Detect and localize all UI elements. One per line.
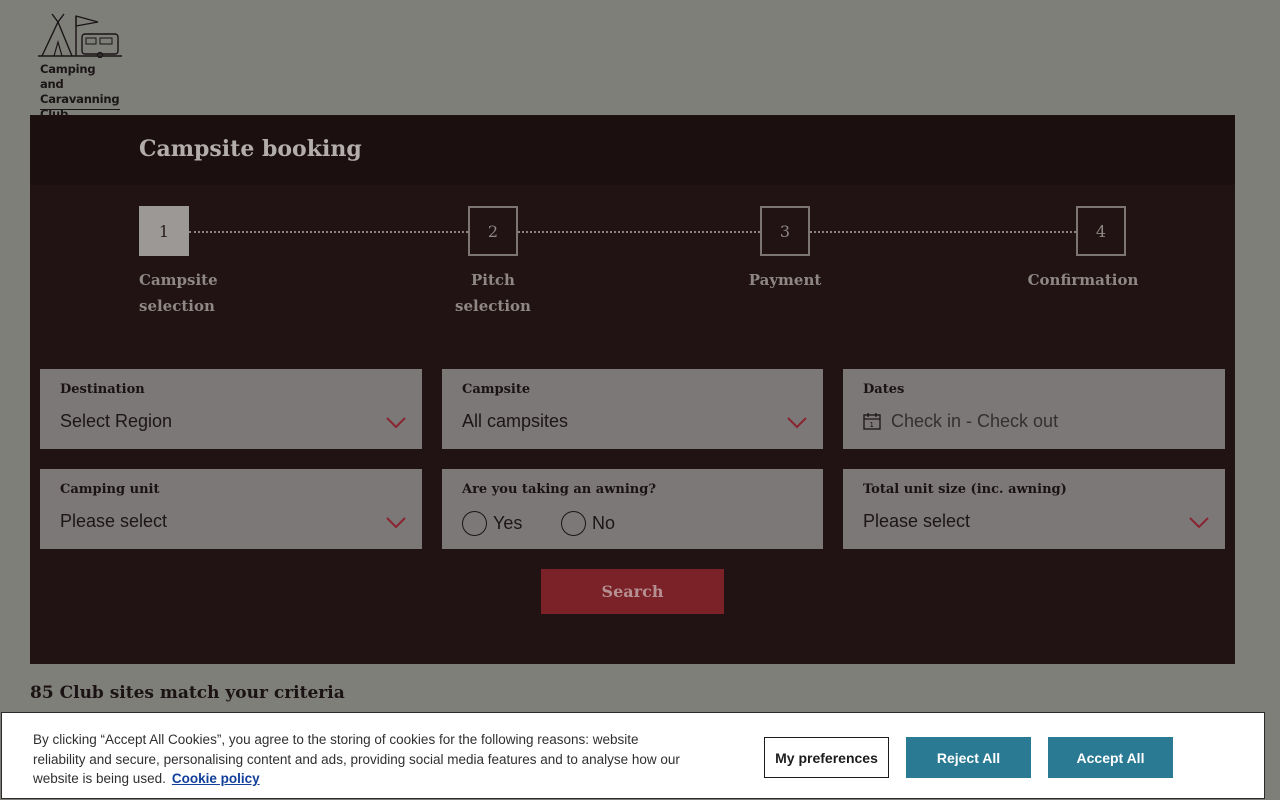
brand-logo[interactable]: Camping and Caravanning Club <box>38 12 122 121</box>
step-3-label: Payment <box>748 271 822 289</box>
step-1-indicator: 1 <box>139 206 189 256</box>
brand-name: Camping and Caravanning Club <box>40 62 120 121</box>
dates-placeholder: Check in - Check out <box>891 411 1059 431</box>
tent-caravan-icon <box>38 13 122 58</box>
destination-select[interactable]: Destination Select Region <box>40 369 422 449</box>
step-connector <box>518 231 760 233</box>
step-connector <box>810 231 1076 233</box>
cookie-message-text: By clicking “Accept All Cookies”, you ag… <box>33 732 680 786</box>
awning-no-label: No <box>592 513 616 533</box>
reject-all-button[interactable]: Reject All <box>906 737 1031 778</box>
radio-circle[interactable] <box>462 511 487 536</box>
camping-unit-value: Please select <box>60 511 168 531</box>
camping-unit-label: Camping unit <box>60 482 160 497</box>
cookie-policy-link[interactable]: Cookie policy <box>172 771 260 786</box>
radio-circle[interactable] <box>561 511 586 536</box>
step-connector <box>189 231 468 233</box>
destination-value: Select Region <box>60 411 173 431</box>
campsite-value: All campsites <box>462 411 569 431</box>
awning-yes-label: Yes <box>493 513 523 533</box>
unit-size-select[interactable]: Total unit size (inc. awning) Please sel… <box>843 469 1225 549</box>
accept-all-button[interactable]: Accept All <box>1048 737 1173 778</box>
step-4-indicator: 4 <box>1076 206 1126 256</box>
logo-divider <box>40 109 120 110</box>
cookie-message: By clicking “Accept All Cookies”, you ag… <box>33 730 693 789</box>
awning-label: Are you taking an awning? <box>462 482 656 497</box>
campsite-label: Campsite <box>462 382 531 397</box>
chevron-down-icon <box>386 517 406 529</box>
results-count: 85 Club sites match your criteria <box>30 683 345 703</box>
awning-yes-radio[interactable]: Yes <box>462 511 522 536</box>
camping-unit-select[interactable]: Camping unit Please select <box>40 469 422 549</box>
svg-text:1: 1 <box>870 421 874 429</box>
awning-field: Are you taking an awning? Yes No <box>442 469 823 549</box>
calendar-icon: 1 <box>863 413 881 430</box>
step-2-label: Pitch selection <box>455 271 531 315</box>
search-button[interactable]: Search <box>541 569 724 614</box>
cookie-banner: By clicking “Accept All Cookies”, you ag… <box>1 712 1265 799</box>
awning-no-radio[interactable]: No <box>561 511 615 536</box>
dates-picker[interactable]: Dates 1 Check in - Check out <box>843 369 1225 449</box>
chevron-down-icon <box>1189 517 1209 529</box>
page-title: Campsite booking <box>139 136 362 162</box>
step-4-label: Confirmation <box>1027 271 1139 289</box>
chevron-down-icon <box>787 417 807 429</box>
campsite-select[interactable]: Campsite All campsites <box>442 369 823 449</box>
my-preferences-button[interactable]: My preferences <box>764 737 889 778</box>
booking-header: Campsite booking <box>30 115 1235 185</box>
destination-label: Destination <box>60 382 145 397</box>
step-2-indicator: 2 <box>468 206 518 256</box>
booking-panel: Campsite booking 1 2 3 4 Campsite select… <box>30 115 1235 664</box>
chevron-down-icon <box>386 417 406 429</box>
step-1-label: Campsite selection <box>139 271 218 315</box>
unit-size-value: Please select <box>863 511 971 531</box>
step-3-indicator: 3 <box>760 206 810 256</box>
unit-size-label: Total unit size (inc. awning) <box>863 482 1067 497</box>
dates-label: Dates <box>863 382 905 397</box>
